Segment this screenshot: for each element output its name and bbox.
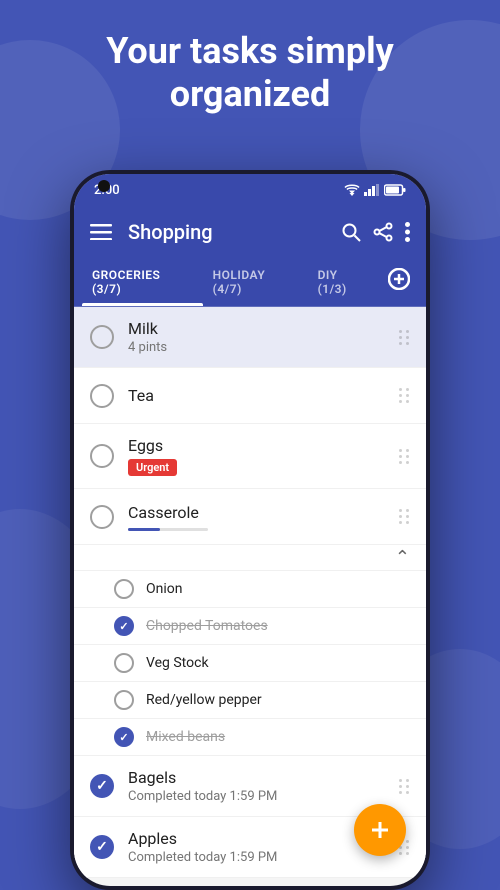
task-checkbox-tea[interactable]: [90, 384, 114, 408]
subtask-item-pepper[interactable]: Red/yellow pepper: [74, 682, 426, 719]
task-checkbox-eggs[interactable]: [90, 444, 114, 468]
casserole-progress-bar: [128, 528, 208, 531]
subtask-header: ⌃: [74, 545, 426, 571]
camera-notch: [98, 180, 110, 192]
task-subtitle-milk: 4 pints: [128, 340, 391, 355]
tab-diy[interactable]: DIY (1/3): [308, 258, 380, 306]
search-button[interactable]: [341, 222, 361, 242]
tabs-bar: GROCERIES (3/7) HOLIDAY (4/7) DIY (1/3): [74, 258, 426, 307]
subtask-item-onion[interactable]: Onion: [74, 571, 426, 608]
drag-handle-bagels[interactable]: [391, 771, 418, 802]
task-checkbox-apples[interactable]: [90, 835, 114, 859]
wifi-icon: [344, 184, 360, 196]
task-name-bagels: Bagels: [128, 768, 391, 787]
phone-screen: 2:00: [74, 174, 426, 886]
status-icons: [344, 184, 406, 196]
more-button[interactable]: [405, 222, 410, 242]
task-item[interactable]: Milk 4 pints: [74, 307, 426, 368]
task-checkbox-casserole[interactable]: [90, 505, 114, 529]
fab-button[interactable]: [354, 804, 406, 856]
task-item-tea[interactable]: Tea: [74, 368, 426, 424]
task-name-casserole: Casserole: [128, 503, 391, 522]
subtask-name-beans: Mixed beans: [146, 729, 225, 745]
subtask-item-beans[interactable]: Mixed beans: [74, 719, 426, 756]
app-bar-title: Shopping: [128, 220, 325, 244]
tab-groceries[interactable]: GROCERIES (3/7): [82, 258, 203, 306]
task-subtitle-bagels: Completed today 1:59 PM: [128, 789, 391, 804]
add-list-button[interactable]: [380, 264, 418, 300]
chevron-up-icon[interactable]: ⌃: [395, 547, 410, 568]
battery-icon: [384, 184, 406, 196]
subtask-item-tomatoes[interactable]: Chopped Tomatoes: [74, 608, 426, 645]
hero-section: Your tasks simply organized: [0, 30, 500, 116]
tab-holiday[interactable]: HOLIDAY (4/7): [203, 258, 308, 306]
task-subtitle-apples: Completed today 1:59 PM: [128, 850, 391, 865]
task-tag-urgent: Urgent: [128, 459, 177, 476]
subtask-checkbox-vegstock[interactable]: [114, 653, 134, 673]
task-name-apples: Apples: [128, 829, 391, 848]
task-item-casserole[interactable]: Casserole: [74, 489, 426, 545]
subtask-checkbox-tomatoes[interactable]: [114, 616, 134, 636]
task-name-tea: Tea: [128, 386, 391, 405]
task-name-eggs: Eggs: [128, 436, 391, 455]
menu-button[interactable]: [90, 224, 112, 240]
task-checkbox-milk[interactable]: [90, 325, 114, 349]
subtask-checkbox-pepper[interactable]: [114, 690, 134, 710]
share-button[interactable]: [373, 222, 393, 242]
task-checkbox-bagels[interactable]: [90, 774, 114, 798]
task-content-milk: Milk 4 pints: [128, 319, 391, 355]
drag-handle-casserole[interactable]: [391, 501, 418, 532]
drag-handle-tea[interactable]: [391, 380, 418, 411]
drag-handle-eggs[interactable]: [391, 441, 418, 472]
subtask-name-vegstock: Veg Stock: [146, 655, 209, 671]
phone-frame: 2:00: [70, 170, 430, 890]
signal-icon: [364, 184, 380, 196]
subtask-name-tomatoes: Chopped Tomatoes: [146, 618, 268, 634]
subtask-name-pepper: Red/yellow pepper: [146, 692, 262, 708]
app-bar: Shopping: [74, 206, 426, 258]
app-bar-actions: [341, 222, 410, 242]
task-item-eggs[interactable]: Eggs Urgent: [74, 424, 426, 489]
subtask-name-onion: Onion: [146, 581, 182, 597]
status-bar: 2:00: [74, 174, 426, 206]
task-list: Milk 4 pints Tea: [74, 307, 426, 878]
subtask-checkbox-beans[interactable]: [114, 727, 134, 747]
task-content-tea: Tea: [128, 386, 391, 405]
task-content-eggs: Eggs Urgent: [128, 436, 391, 476]
subtask-checkbox-onion[interactable]: [114, 579, 134, 599]
task-content-apples: Apples Completed today 1:59 PM: [128, 829, 391, 865]
task-name-milk: Milk: [128, 319, 391, 338]
task-content-bagels: Bagels Completed today 1:59 PM: [128, 768, 391, 804]
drag-handle-milk[interactable]: [391, 322, 418, 353]
hero-title: Your tasks simply organized: [0, 30, 500, 116]
subtask-item-vegstock[interactable]: Veg Stock: [74, 645, 426, 682]
task-content-casserole: Casserole: [128, 503, 391, 531]
